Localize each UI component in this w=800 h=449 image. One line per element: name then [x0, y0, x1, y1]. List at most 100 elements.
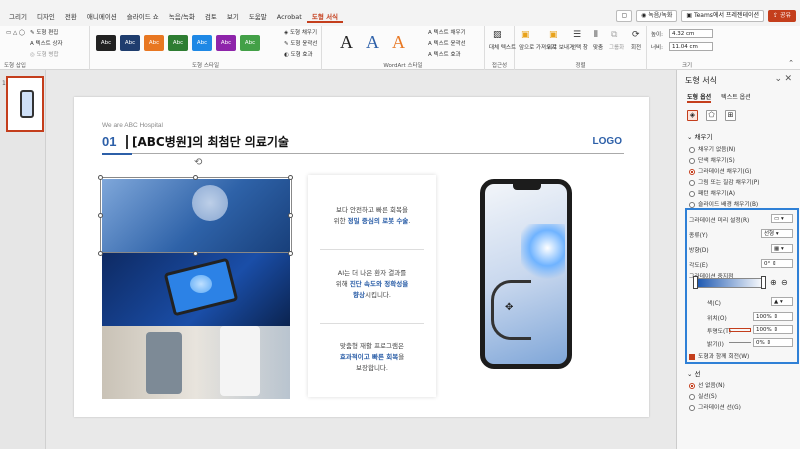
radio[interactable] — [689, 157, 695, 164]
paragraph-rehab[interactable]: 맞춤형 재활 프로그램은 효과적이고 빠른 회복을 보장합니다. — [314, 341, 430, 374]
tab-text-options[interactable]: 텍스트 옵션 — [721, 92, 751, 103]
text-fill-button[interactable]: A 텍스트 채우기 — [428, 28, 466, 36]
fill-pattern-option[interactable]: 패턴 채우기(A) — [689, 188, 735, 197]
radio[interactable] — [689, 404, 695, 411]
resize-handle[interactable] — [98, 213, 103, 218]
shape-outline-button[interactable]: ✎ 도형 윤곽선 — [284, 39, 317, 47]
selection-box[interactable] — [100, 177, 292, 253]
tab-acrobat[interactable]: Acrobat — [272, 12, 307, 23]
resize-handle[interactable] — [193, 251, 198, 256]
style-swatch-7[interactable]: Abc — [240, 35, 260, 51]
shape-fill-button[interactable]: ◈ 도형 채우기 — [284, 28, 317, 36]
transparency-input[interactable]: 100% ⇕ — [753, 325, 793, 334]
tab-animations[interactable]: 애니메이션 — [82, 12, 122, 23]
collapse-ribbon-icon[interactable]: ⌃ — [788, 59, 794, 67]
teams-present-button[interactable]: ▣ Teams에서 프레젠테이션 — [681, 10, 765, 22]
share-button[interactable]: ⇪ 공유 — [768, 10, 796, 22]
radio[interactable] — [689, 201, 695, 208]
fill-line-icon[interactable]: ◈ — [687, 110, 698, 121]
angle-input[interactable]: 0° ⇕ — [761, 259, 793, 268]
radio[interactable] — [689, 146, 695, 153]
checkbox-checked[interactable] — [689, 353, 695, 360]
fill-background-option[interactable]: 슬라이드 배경 채우기(B) — [689, 199, 758, 208]
tab-draw[interactable]: 그리기 — [4, 12, 32, 23]
gradient-stops-bar[interactable] — [695, 278, 765, 288]
style-swatch-5[interactable]: Abc — [192, 35, 212, 51]
edit-shape-button[interactable]: ✎ 도형 편집 — [30, 28, 58, 36]
slide-thumbnail-1[interactable] — [6, 76, 44, 132]
text-outline-button[interactable]: A 텍스트 윤곽선 — [428, 39, 466, 47]
style-swatch-3[interactable]: Abc — [144, 35, 164, 51]
tab-help[interactable]: 도움말 — [244, 12, 272, 23]
fill-section-header[interactable]: ⌄ 채우기 — [687, 131, 712, 141]
remove-stop-icon[interactable]: ⊖ — [781, 278, 788, 287]
rehab-photo[interactable] — [102, 326, 290, 399]
text-effects-button[interactable]: A 텍스트 효과 — [428, 50, 461, 58]
tab-design[interactable]: 디자인 — [32, 12, 60, 23]
wordart-style-2[interactable]: A — [366, 32, 379, 53]
comment-button[interactable]: ▢ — [616, 10, 633, 22]
slide-title[interactable]: [ABC병원]의 최첨단 의료기술 — [132, 133, 289, 150]
style-swatch-2[interactable]: Abc — [120, 35, 140, 51]
radio[interactable] — [689, 190, 695, 197]
tab-shape-options[interactable]: 도형 옵션 — [687, 92, 712, 103]
group-button[interactable]: 그룹화 — [609, 43, 624, 51]
rotate-button[interactable]: 회전 — [631, 43, 641, 51]
radio[interactable] — [689, 393, 695, 400]
fill-none-option[interactable]: 채우기 없음(N) — [689, 144, 735, 153]
rotate-with-shape-checkbox[interactable]: 도형과 함께 회전(W) — [689, 351, 749, 360]
slide-eyebrow[interactable]: We are ABC Hospital — [102, 122, 163, 129]
brightness-slider[interactable] — [729, 342, 751, 343]
style-swatch-6[interactable]: Abc — [216, 35, 236, 51]
color-picker-button[interactable]: ▲ ▾ — [771, 297, 793, 306]
textbox-button[interactable]: A 텍스트 상자 — [30, 39, 63, 47]
height-input[interactable]: 4.32 cm — [669, 29, 713, 38]
description-card[interactable]: 보다 안전하고 빠른 회복을 위한 정밀 중심의 로봇 수술. AI는 더 나은… — [308, 175, 436, 397]
tab-review[interactable]: 검토 — [200, 12, 222, 23]
tab-shape-format[interactable]: 도형 서식 — [306, 12, 344, 23]
rotate-handle-icon[interactable]: ⟲ — [194, 157, 202, 168]
radio[interactable] — [689, 179, 695, 186]
resize-handle[interactable] — [98, 175, 103, 180]
line-solid-option[interactable]: 실선(S) — [689, 391, 717, 400]
effects-icon[interactable]: ⬠ — [706, 110, 717, 121]
type-dropdown[interactable]: 선형 ▾ — [761, 229, 793, 238]
close-icon[interactable]: ✕ — [784, 74, 792, 84]
tab-transitions[interactable]: 전환 — [60, 12, 82, 23]
alt-text-button[interactable]: 대체 텍스트 — [489, 43, 516, 51]
line-gradient-option[interactable]: 그라데이션 선(G) — [689, 402, 741, 411]
transparency-slider[interactable] — [729, 328, 751, 332]
resize-handle[interactable] — [193, 175, 198, 180]
tab-view[interactable]: 보기 — [222, 12, 244, 23]
ai-brain-photo[interactable] — [102, 253, 290, 326]
section-number[interactable]: 01 — [102, 134, 116, 149]
radio-selected[interactable] — [689, 382, 695, 389]
wordart-style-3[interactable]: A — [392, 32, 405, 53]
tab-record[interactable]: 녹음/녹화 — [164, 12, 200, 23]
resize-handle[interactable] — [98, 251, 103, 256]
position-input[interactable]: 100% ⇕ — [753, 312, 793, 321]
brightness-input[interactable]: 0% ⇕ — [753, 338, 793, 347]
logo[interactable]: LOGO — [593, 136, 622, 147]
direction-dropdown[interactable]: ▦ ▾ — [771, 244, 793, 253]
fill-solid-option[interactable]: 단색 채우기(S) — [689, 155, 735, 164]
paragraph-ai[interactable]: AI는 더 나은 환자 결과를 위해 진단 속도와 정확성을 향상시킵니다. — [314, 268, 430, 301]
add-stop-icon[interactable]: ⊕ — [770, 278, 777, 287]
paragraph-robot[interactable]: 보다 안전하고 빠른 회복을 위한 정밀 중심의 로봇 수술. — [314, 205, 430, 227]
line-section-header[interactable]: ⌄ 선 — [687, 368, 701, 378]
preset-gradients-dropdown[interactable]: ▭ ▾ — [771, 214, 793, 223]
wordart-style-1[interactable]: A — [340, 32, 353, 53]
phone-hand-image[interactable]: ✥ — [460, 177, 608, 417]
line-none-option[interactable]: 선 없음(N) — [689, 380, 725, 389]
send-backward-button[interactable]: 뒤로 보내기 — [547, 43, 574, 51]
tab-slideshow[interactable]: 슬라이드 쇼 — [122, 12, 164, 23]
chevron-down-icon[interactable]: ⌄ — [774, 74, 782, 84]
align-button[interactable]: 맞춤 — [593, 43, 603, 51]
selection-pane-button[interactable]: 선택 창 — [571, 43, 588, 51]
style-swatch-4[interactable]: Abc — [168, 35, 188, 51]
shapes-gallery-icon[interactable]: ▭ △ ◯ — [6, 30, 25, 36]
merge-shapes-button[interactable]: ◎ 도형 병합 — [30, 50, 59, 58]
size-properties-icon[interactable]: ⊞ — [725, 110, 736, 121]
fill-picture-option[interactable]: 그림 또는 질감 채우기(P) — [689, 177, 760, 186]
gradient-stop-handle[interactable] — [693, 276, 698, 289]
